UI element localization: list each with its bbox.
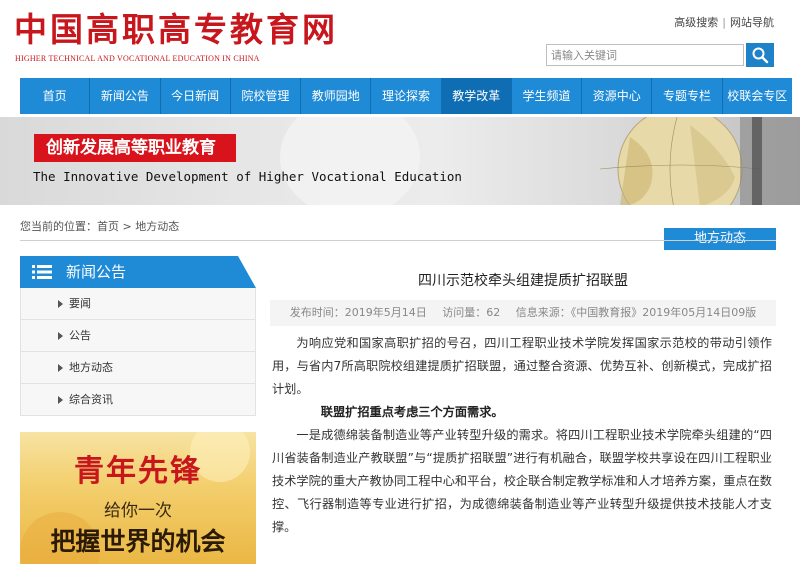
- sidebar-list: 要闻 公告 地方动态 综合资讯: [20, 288, 256, 416]
- banner: 创新发展高等职业教育 The Innovative Development of…: [0, 117, 800, 205]
- arrow-right-icon: [58, 300, 63, 308]
- sidebar-item-label: 公告: [69, 329, 91, 342]
- search-button[interactable]: [746, 43, 774, 67]
- link-separator: |: [722, 16, 726, 29]
- nav-item-news[interactable]: 新闻公告: [90, 78, 161, 114]
- page: 中国高职高专教育网 HIGHER TECHNICAL AND VOCATIONA…: [0, 0, 800, 564]
- sidebar-item-local-news[interactable]: 地方动态: [20, 352, 256, 384]
- nav-item-today[interactable]: 今日新闻: [161, 78, 231, 114]
- view-count: 访问量：62: [442, 306, 501, 319]
- nav-item-students[interactable]: 学生频道: [512, 78, 583, 114]
- promo-banner[interactable]: 青年先锋 给你一次 把握世界的机会: [20, 432, 256, 564]
- article-title: 四川示范校牵头组建提质扩招联盟: [418, 273, 628, 289]
- sidebar-item-general[interactable]: 综合资讯: [20, 384, 256, 416]
- promo-line-1: 青年先锋: [74, 454, 202, 489]
- search-icon: [752, 47, 769, 64]
- site-header: 中国高职高专教育网 HIGHER TECHNICAL AND VOCATIONA…: [0, 0, 800, 76]
- article-subheading: 联盟扩招重点考虑三个方面需求。: [320, 405, 504, 419]
- sidebar-item-label: 综合资讯: [69, 393, 113, 406]
- nav-item-alliance[interactable]: 校联会专区: [723, 78, 792, 114]
- breadcrumb-divider: [20, 240, 776, 241]
- sidebar-item-label: 地方动态: [69, 361, 113, 374]
- breadcrumb-prefix: 您当前的位置：: [20, 220, 97, 233]
- site-logo-subtitle: HIGHER TECHNICAL AND VOCATIONAL EDUCATIO…: [15, 54, 260, 63]
- article-source: 信息来源：《中国教育报》2019年05月14日09版: [515, 306, 757, 319]
- sidebar-title: 新闻公告: [66, 263, 127, 281]
- sidebar-item-label: 要闻: [69, 297, 91, 310]
- arrow-right-icon: [58, 396, 63, 404]
- sidebar-header: 新闻公告: [20, 256, 256, 288]
- nav-item-teachers[interactable]: 教师园地: [301, 78, 372, 114]
- promo-line-2: 给你一次: [104, 501, 172, 521]
- top-links: 高级搜索 | 网站导航: [674, 14, 774, 30]
- nav-item-topics[interactable]: 专题专栏: [652, 78, 723, 114]
- breadcrumb-separator: >: [122, 220, 132, 233]
- site-logo[interactable]: 中国高职高专教育网: [14, 10, 338, 50]
- nav-item-resources[interactable]: 资源中心: [582, 78, 653, 114]
- nav-item-theory[interactable]: 理论探索: [371, 78, 442, 114]
- article-body: 为响应党和国家高职扩招的号召，四川工程职业技术学院发挥国家示范校的带动引领作用，…: [272, 332, 772, 539]
- nav-item-college-management[interactable]: 院校管理: [231, 78, 302, 114]
- main-nav-bar: 首页 新闻公告 今日新闻 院校管理 教师园地 理论探索 教学改革 学生频道 资源…: [20, 78, 792, 114]
- main-nav: 首页 新闻公告 今日新闻 院校管理 教师园地 理论探索 教学改革 学生频道 资源…: [0, 76, 800, 116]
- breadcrumb-current[interactable]: 地方动态: [135, 220, 179, 233]
- article-meta: 发布时间：2019年5月14日 访问量：62 信息来源：《中国教育报》2019年…: [270, 300, 776, 326]
- banner-slogan-en: The Innovative Development of Higher Voc…: [33, 169, 462, 184]
- banner-slogan: 创新发展高等职业教育: [34, 134, 236, 162]
- advanced-search-link[interactable]: 高级搜索: [674, 16, 718, 29]
- sidebar-item-headlines[interactable]: 要闻: [20, 288, 256, 320]
- sidebar-header-corner: [238, 256, 256, 288]
- publish-date: 发布时间：2019年5月14日: [289, 306, 427, 319]
- sidebar-item-notices[interactable]: 公告: [20, 320, 256, 352]
- category-tab: 地方动态: [664, 228, 776, 250]
- nav-item-teaching-reform[interactable]: 教学改革: [441, 78, 512, 114]
- article-paragraph: 为响应党和国家高职扩招的号召，四川工程职业技术学院发挥国家示范校的带动引领作用，…: [272, 336, 772, 396]
- arrow-right-icon: [58, 332, 63, 340]
- nav-item-home[interactable]: 首页: [20, 78, 91, 114]
- breadcrumb-home[interactable]: 首页: [97, 220, 119, 233]
- article-paragraph: 一是成德绵装备制造业等产业转型升级的需求。将四川工程职业技术学院牵头组建的“四川…: [272, 428, 772, 534]
- site-nav-link[interactable]: 网站导航: [730, 16, 774, 29]
- search-input[interactable]: [546, 44, 744, 66]
- breadcrumb: 您当前的位置：首页 > 地方动态: [20, 218, 179, 234]
- promo-line-3: 把握世界的机会: [50, 527, 226, 556]
- list-icon: [32, 265, 52, 279]
- arrow-right-icon: [58, 364, 63, 372]
